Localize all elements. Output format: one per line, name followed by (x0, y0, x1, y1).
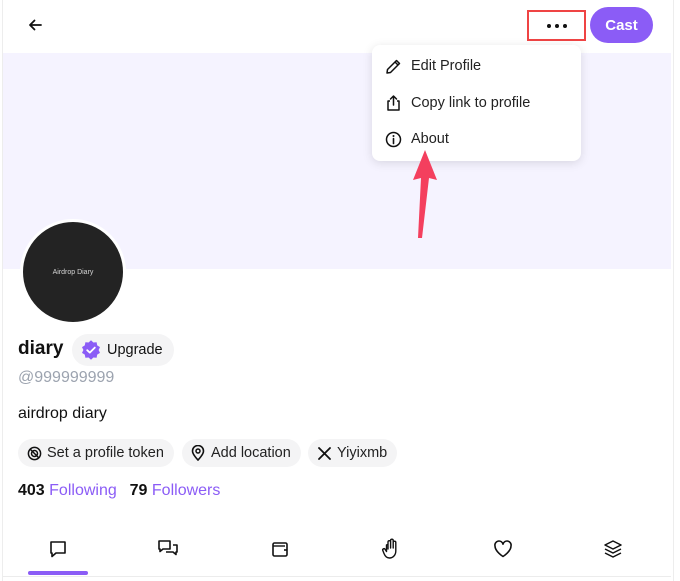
more-options-button[interactable] (527, 10, 586, 41)
info-icon (384, 130, 402, 148)
chip-label: Set a profile token (47, 445, 164, 461)
menu-item-label: Edit Profile (411, 58, 482, 74)
tab-hand[interactable] (361, 525, 421, 573)
heart-icon (494, 540, 512, 558)
x-logo-icon (316, 445, 332, 461)
tab-channels[interactable] (583, 525, 643, 573)
tab-likes[interactable] (473, 525, 533, 573)
token-icon (26, 445, 42, 461)
frame-border-right (673, 0, 674, 581)
location-pin-icon (190, 445, 206, 461)
display-name: diary (18, 338, 64, 359)
upgrade-button[interactable]: Upgrade (72, 334, 174, 366)
follow-stats: 403 Following 79 Followers (18, 482, 220, 500)
followers-link[interactable]: Followers (152, 482, 220, 499)
more-options-menu: Edit Profile Copy link to profile About (372, 45, 581, 161)
followers-count: 79 (129, 482, 148, 499)
x-account-chip[interactable]: Yiyixmb (308, 439, 398, 467)
layers-icon (604, 540, 622, 558)
following-link[interactable]: Following (49, 482, 117, 499)
top-bar: Cast (0, 0, 680, 53)
upgrade-label: Upgrade (107, 342, 163, 358)
replies-icon (158, 540, 178, 556)
arrow-left-icon (29, 19, 42, 31)
active-tab-indicator (28, 571, 88, 575)
share-icon (384, 94, 402, 112)
verified-badge-icon (82, 340, 100, 360)
chip-label: Add location (211, 445, 291, 461)
menu-item-about[interactable]: About (372, 122, 581, 156)
add-location-chip[interactable]: Add location (182, 439, 301, 467)
annotation-arrow (413, 150, 437, 238)
username-handle: @999999999 (18, 369, 115, 386)
wallet-icon (272, 542, 288, 557)
profile-bio: airdrop diary (18, 405, 107, 422)
tab-wallet[interactable] (250, 525, 310, 573)
set-profile-token-chip[interactable]: Set a profile token (18, 439, 174, 467)
menu-item-label: Copy link to profile (411, 95, 531, 111)
ellipsis-icon (546, 23, 567, 28)
profile-tabs (3, 525, 671, 581)
menu-item-edit-profile[interactable]: Edit Profile (372, 49, 581, 83)
chat-bubble-icon (50, 541, 66, 558)
pencil-icon (384, 57, 402, 75)
hand-icon (382, 538, 397, 559)
tab-casts[interactable] (28, 525, 88, 573)
menu-item-copy-link[interactable]: Copy link to profile (372, 86, 581, 120)
back-button[interactable] (22, 13, 48, 37)
tab-replies[interactable] (138, 525, 198, 573)
avatar[interactable]: Airdrop Diary (20, 219, 126, 325)
chip-label: Yiyixmb (337, 445, 388, 461)
menu-item-label: About (411, 131, 449, 147)
tabs-divider (3, 576, 671, 577)
cast-button[interactable]: Cast (590, 7, 653, 43)
avatar-text: Airdrop Diary (52, 268, 94, 276)
following-count: 403 (18, 482, 45, 499)
